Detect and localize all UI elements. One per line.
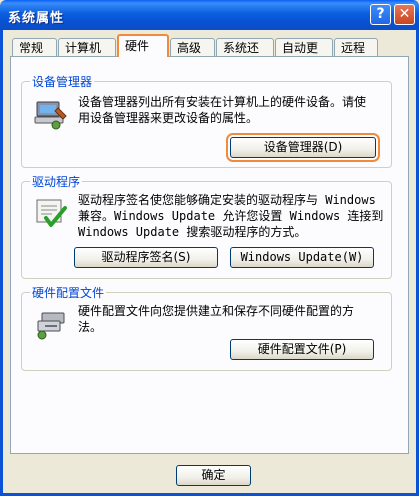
device-manager-description-line: 用设备管理器来更改设备的属性。	[78, 111, 259, 125]
tab-advanced[interactable]: 高级	[170, 38, 215, 56]
hardware-profiles-description-line: 法。	[78, 320, 103, 334]
windows-update-button[interactable]: Windows Update(W)	[230, 247, 374, 268]
device-manager-icon	[34, 101, 67, 130]
device-manager-description-line: 设备管理器列出所有安装在计算机上的硬件设备。请使	[78, 95, 367, 109]
tab-general[interactable]: 常规	[12, 38, 57, 56]
driver-signing-icon	[36, 199, 67, 227]
help-button[interactable]: ?	[370, 4, 391, 25]
hardware-profiles-button[interactable]: 硬件配置文件(P)	[230, 339, 374, 360]
title-bar[interactable]: 系统属性 ? ✕	[0, 0, 419, 30]
drivers-description-line: Windows Update 搜索驱动程序的方式。	[78, 225, 307, 239]
tab-hardware[interactable]: 硬件	[117, 34, 169, 57]
ok-button[interactable]: 确定	[176, 465, 251, 486]
drivers-description-line: 兼容。Windows Update 允许您设置 Windows 连接到	[78, 209, 384, 223]
hardware-profiles-description-line: 硬件配置文件向您提供建立和保存不同硬件配置的方	[78, 304, 355, 318]
tab-computer-name[interactable]: 计算机名	[58, 38, 116, 73]
drivers-group: 驱动程序 驱动程序签名使您能够确定安装的驱动程序与 Windows 兼容。Win…	[21, 173, 392, 279]
tab-system-restore[interactable]: 系统还原	[216, 38, 274, 73]
tab-automatic-updates[interactable]: 自动更新	[275, 38, 333, 73]
hardware-profiles-group: 硬件配置文件 硬件配置文件向您提供建立和保存不同硬件配置的方 法。 硬件配置文件…	[21, 284, 392, 371]
hardware-profiles-group-title: 硬件配置文件	[30, 284, 107, 301]
driver-signing-button[interactable]: 驱动程序签名(S)	[74, 247, 218, 268]
drivers-group-title: 驱动程序	[30, 173, 83, 190]
drivers-description-line: 驱动程序签名使您能够确定安装的驱动程序与 Windows	[78, 193, 376, 207]
device-manager-group-title: 设备管理器	[30, 73, 95, 90]
window-title: 系统属性	[8, 11, 65, 26]
tab-remote[interactable]: 远程	[334, 38, 378, 56]
device-manager-button[interactable]: 设备管理器(D)	[226, 133, 380, 162]
close-button[interactable]: ✕	[394, 4, 415, 25]
tab-panel-hardware: 设备管理器 设备管理器列出所有安装在计算机上的硬件设备。请使 用设备管理器来更改…	[10, 56, 409, 454]
device-manager-group: 设备管理器 设备管理器列出所有安装在计算机上的硬件设备。请使 用设备管理器来更改…	[21, 73, 392, 168]
hardware-profile-icon	[37, 312, 65, 340]
